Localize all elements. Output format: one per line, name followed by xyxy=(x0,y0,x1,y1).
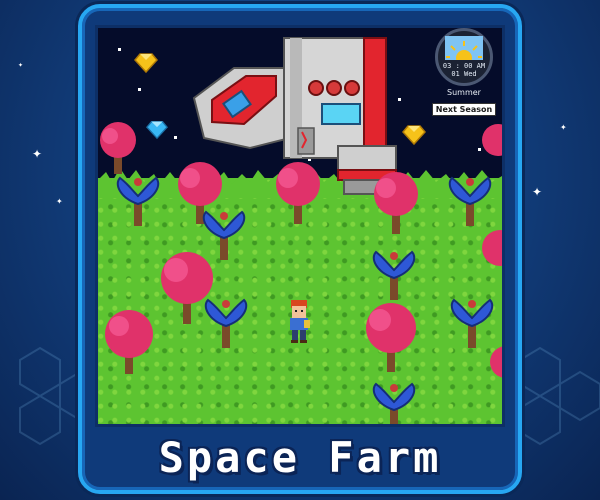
blue-flower-plant xyxy=(372,382,416,424)
time-season-widget: 03 : 00 AM 01 Wed Summer Next Season xyxy=(426,28,502,116)
background-star: ✦ xyxy=(18,62,24,69)
blue-flower-plant xyxy=(202,210,246,260)
background-star: ✦ xyxy=(532,185,543,199)
pink-tree xyxy=(482,230,502,266)
pink-tree xyxy=(105,310,153,374)
clock-time: 03 : 00 AM xyxy=(442,62,486,70)
blue-flower-plant xyxy=(116,176,160,226)
game-viewport[interactable]: 03 : 00 AM 01 Wed Summer Next Season xyxy=(95,25,505,427)
sun-clock-icon xyxy=(445,36,483,60)
pink-tree xyxy=(276,162,320,224)
clock-readout: 03 : 00 AM 01 Wed xyxy=(438,62,490,78)
game-title: Space Farm xyxy=(158,432,442,482)
pink-tree xyxy=(366,303,416,372)
sky-star xyxy=(174,136,177,139)
yellow-diamond-icon[interactable] xyxy=(402,122,426,146)
sky-star xyxy=(138,88,141,91)
background-star: ✦ xyxy=(560,123,567,132)
clock-day: 01 Wed xyxy=(451,70,477,78)
blue-diamond-icon[interactable] xyxy=(146,118,168,140)
farmer-character[interactable] xyxy=(286,298,312,344)
next-season-button[interactable]: Next Season xyxy=(431,103,497,116)
blue-flower-plant xyxy=(204,298,248,348)
clock-face: 03 : 00 AM 01 Wed xyxy=(435,28,493,86)
blue-flower-plant xyxy=(372,250,416,300)
blue-flower-plant xyxy=(450,298,494,348)
background-star: ✦ xyxy=(56,197,63,206)
pink-tree xyxy=(374,172,418,234)
season-label: Summer xyxy=(447,88,481,97)
sky-star xyxy=(118,48,121,51)
background-star: ✦ xyxy=(32,147,43,161)
yellow-diamond-icon[interactable] xyxy=(134,50,158,74)
title-banner: Space Farm xyxy=(98,428,502,486)
blue-flower-plant xyxy=(448,176,492,226)
